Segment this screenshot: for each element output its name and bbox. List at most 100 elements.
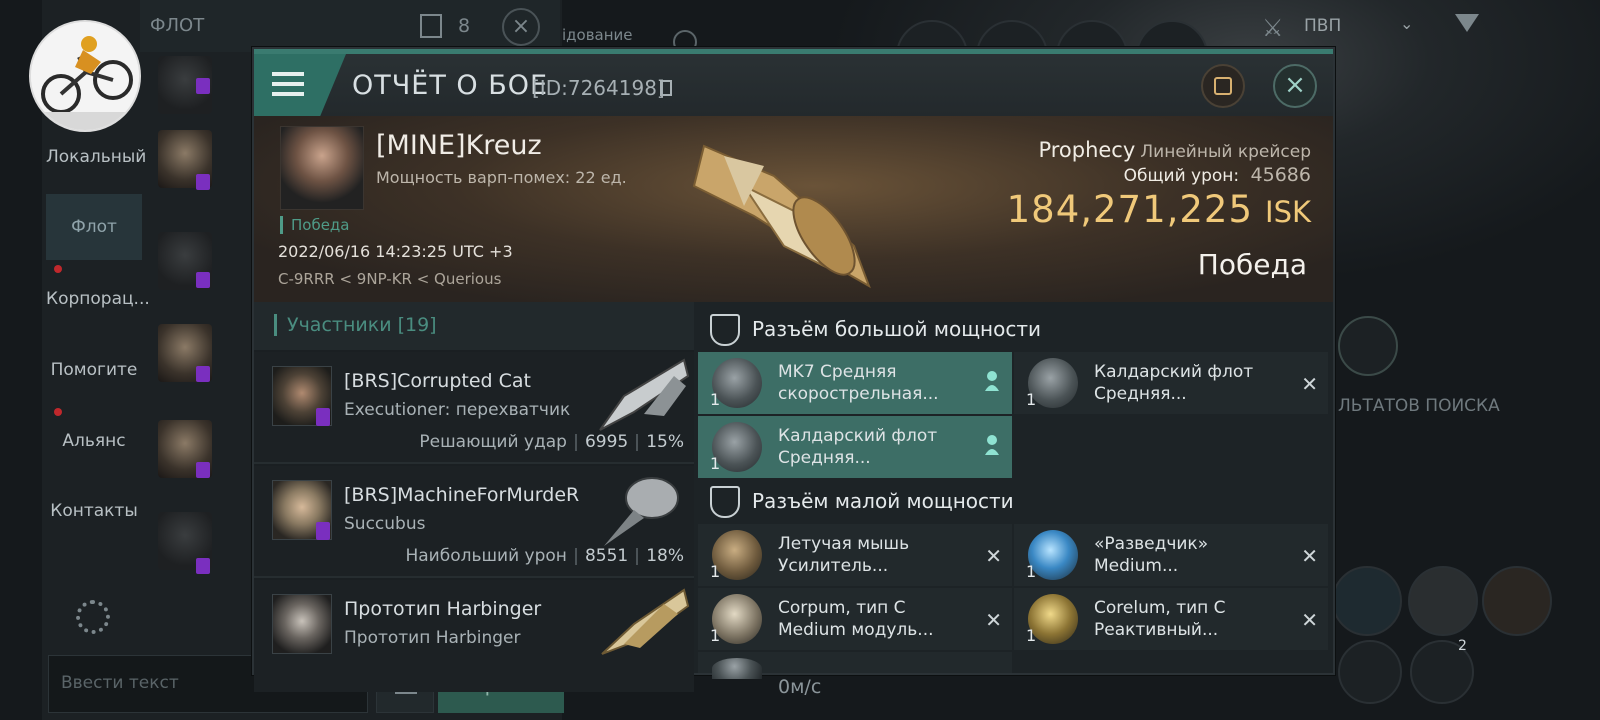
menu-icon — [272, 82, 304, 86]
search-results-label: ЛЬТАТОВ ПОИСКА — [1338, 396, 1500, 416]
participant-damage: 8551 — [584, 546, 629, 566]
dialog-title: ОТЧЁТ О БОЕ — [352, 70, 549, 101]
members-icon[interactable] — [420, 14, 442, 38]
participant-damage: 6995 — [584, 432, 629, 452]
module-item[interactable]: 1 Corpum, тип C Medium модуль... ✕ — [698, 588, 1012, 650]
participant-portrait — [272, 594, 332, 654]
module-name-line: MK7 Средняя — [778, 362, 897, 382]
tab-help[interactable]: Помогите — [46, 337, 142, 403]
participant-stats: Решающий удар 6995 15% — [419, 432, 684, 452]
module-item[interactable] — [698, 652, 1012, 679]
ship-name[interactable]: Prophecy — [1038, 138, 1135, 162]
participant-row[interactable]: [BRS]MachineForMurdeR Succubus Наибольши… — [254, 466, 694, 578]
participant-ship: Executioner: перехватчик — [344, 400, 571, 420]
module-name: Калдарский флот Средняя... — [1094, 361, 1294, 405]
external-link-icon — [1214, 77, 1232, 95]
module-qty: 1 — [1026, 390, 1037, 409]
module-name-line: скорострельная... — [778, 384, 939, 404]
module-name: MK7 Средняя скорострельная... — [778, 361, 978, 405]
module-slot[interactable] — [1408, 566, 1478, 636]
module-slot[interactable] — [1332, 566, 1402, 636]
add-module-icon[interactable] — [1482, 566, 1552, 636]
module-qty: 1 — [1026, 562, 1037, 581]
pvp-label: ПВП — [1304, 16, 1342, 36]
divider — [574, 547, 577, 565]
copy-icon[interactable] — [660, 80, 672, 96]
module-name: Летучая мышь Усилитель... — [778, 533, 978, 577]
destroyed-icon: ✕ — [1301, 372, 1318, 396]
module-name-line: Усилитель... — [778, 556, 889, 576]
destroyed-icon: ✕ — [1301, 544, 1318, 568]
module-item[interactable]: 1 Калдарский флот Средняя... — [698, 416, 1012, 478]
destroyed-icon: ✕ — [985, 608, 1002, 632]
gear-icon[interactable] — [76, 600, 110, 634]
isk-unit: ISK — [1265, 195, 1311, 229]
ship-image — [594, 584, 690, 662]
isk-value: 184,271,225 — [1006, 188, 1254, 231]
shield-icon — [710, 314, 740, 346]
module-item[interactable]: 1 Летучая мышь Усилитель... ✕ — [698, 524, 1012, 586]
total-damage-label: Общий урон: — [1123, 166, 1240, 186]
total-damage-value: 45686 — [1250, 164, 1311, 186]
shield-icon — [710, 486, 740, 518]
module-name-line: Средняя... — [778, 448, 871, 468]
module-qty: 1 — [710, 562, 721, 581]
module-item[interactable]: 1 MK7 Средняя скорострельная... — [698, 352, 1012, 414]
member-badge — [196, 558, 210, 574]
participant-row[interactable]: [BRS]Corrupted Cat Executioner: перехват… — [254, 352, 694, 464]
participant-ship: Succubus — [344, 514, 426, 534]
divider — [636, 547, 639, 565]
module-name-line: Летучая мышь — [778, 534, 910, 554]
module-name: Corpum, тип C Medium модуль... — [778, 597, 978, 641]
tab-local[interactable]: Локальный — [46, 124, 146, 190]
tab-contacts[interactable]: Контакты — [46, 478, 142, 544]
kill-datetime: 2022/06/16 14:23:25 UTC +3 — [278, 242, 513, 261]
participant-percent: 15% — [646, 432, 684, 452]
tab-alliance[interactable]: Альянс — [46, 408, 142, 474]
warp-strength: Мощность варп-помех: 22 ед. — [376, 168, 627, 187]
participant-percent: 18% — [646, 546, 684, 566]
fleet-count: 8 — [458, 15, 471, 37]
module-name-line: Реактивный... — [1094, 620, 1219, 640]
participant-role: Решающий удар — [419, 432, 567, 452]
participant-name: [BRS]Corrupted Cat — [344, 370, 532, 392]
module-name-line: Medium... — [1094, 556, 1179, 576]
fleet-title: ФЛОТ — [150, 15, 205, 36]
module-item[interactable]: 1 Corelum, тип C Реактивный... ✕ — [1014, 588, 1328, 650]
module-name-line: Corpum, тип C — [778, 598, 906, 618]
module-item[interactable]: 1 «Разведчик» Medium... ✕ — [1014, 524, 1328, 586]
total-damage: Общий урон: 45686 — [1124, 164, 1311, 186]
close-button[interactable]: × — [1273, 64, 1317, 108]
close-icon[interactable]: × — [502, 8, 540, 46]
module-qty: 1 — [710, 626, 721, 645]
participants-header: Участники [19] — [254, 302, 694, 350]
member-badge — [196, 78, 210, 94]
member-badge — [316, 522, 330, 540]
ship-class: Линейный крейсер — [1140, 142, 1311, 162]
result-label: Победа — [1197, 248, 1307, 281]
victim-name[interactable]: [MINE]Kreuz — [376, 130, 542, 161]
module-name-line: Corelum, тип C — [1094, 598, 1226, 618]
result-tag: Победа — [280, 216, 350, 234]
participant-name: Прототип Harbinger — [344, 598, 542, 620]
dialog-header: ОТЧЁТ О БОЕ [ID:7264198] × — [254, 54, 1333, 116]
tab-fleet[interactable]: Флот — [46, 194, 142, 260]
filter-icon[interactable] — [1455, 14, 1479, 32]
module-slot[interactable] — [1338, 640, 1402, 704]
share-button[interactable] — [1201, 64, 1245, 108]
kill-location[interactable]: C-9RRR < 9NP-KR < Querious — [278, 270, 501, 288]
victim-portrait[interactable] — [280, 126, 364, 210]
module-item[interactable]: 1 Калдарский флот Средняя... ✕ — [1014, 352, 1328, 414]
low-slot-header: Разъём малой мощности — [696, 474, 1333, 530]
menu-button[interactable] — [254, 54, 346, 116]
avatar[interactable] — [29, 20, 141, 132]
module-name: Corelum, тип C Реактивный... — [1094, 597, 1294, 641]
battle-report-dialog: ОТЧЁТ О БОЕ [ID:7264198] × [MINE]Kreuz М… — [252, 47, 1335, 692]
module-qty: 1 — [710, 454, 721, 473]
ship-image — [684, 126, 884, 296]
participant-row[interactable]: Прототип Harbinger Прототип Harbinger — [254, 580, 694, 692]
tab-corporation[interactable]: Корпорац... — [46, 266, 150, 332]
menu-icon — [272, 72, 304, 76]
participants-panel: Участники [19] [BRS]Corrupted Cat Execut… — [254, 302, 694, 692]
member-badge — [196, 174, 210, 190]
